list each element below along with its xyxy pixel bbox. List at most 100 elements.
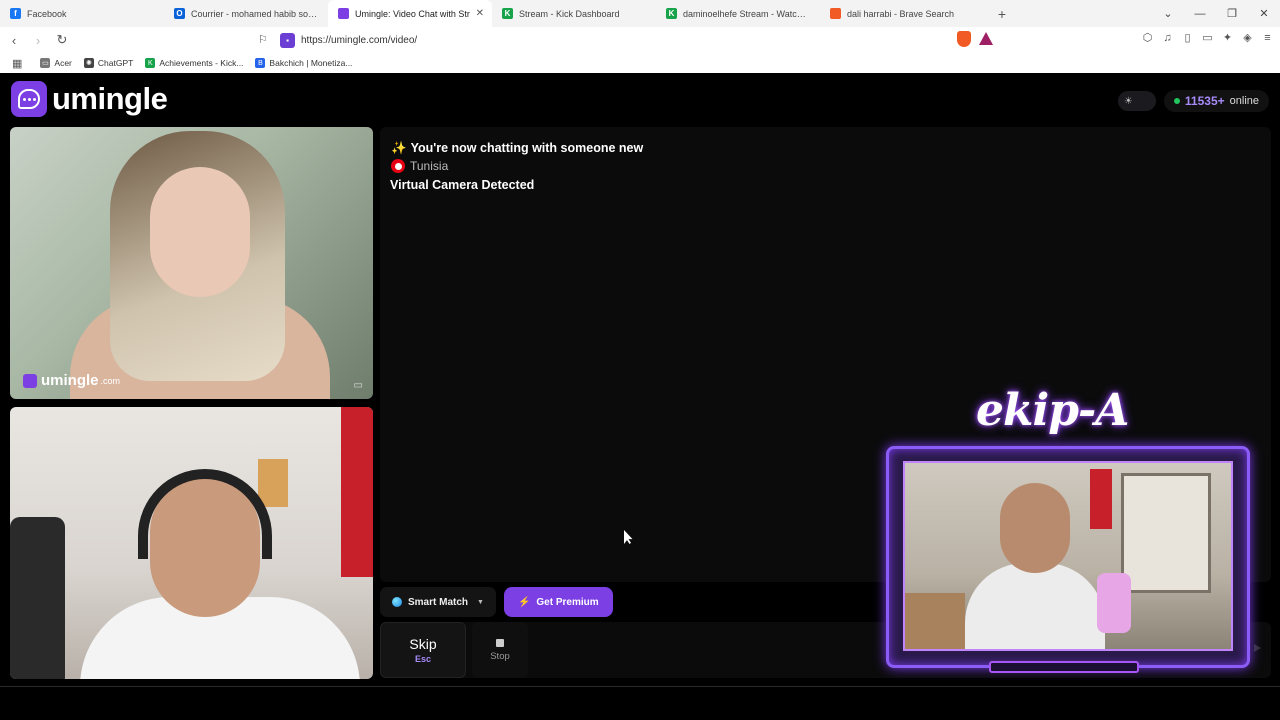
media-icon[interactable]: ♫: [1161, 32, 1174, 45]
tab-title: daminoelhefe Stream - Watch Live o: [683, 8, 810, 19]
browser-tab[interactable]: Kdaminoelhefe Stream - Watch Live o: [656, 0, 820, 27]
extension-icons: ⬡ ♫ ▯ ▭ ✦ ◈ ≡: [1141, 32, 1274, 45]
bookmark-item[interactable]: ▭ Acer: [40, 58, 72, 68]
menu-icon[interactable]: ≡: [1261, 32, 1274, 45]
browser-tab[interactable]: f Facebook: [0, 0, 164, 27]
wall-poster: [258, 459, 288, 507]
bookmark-item[interactable]: ✺ ChatGPT: [83, 58, 134, 68]
country-name: Tunisia: [410, 159, 449, 173]
sidebar-icon[interactable]: ▯: [1181, 32, 1194, 45]
browser-tab-bar: f Facebook O Courrier - mohamed habib souai…: [0, 0, 1280, 27]
facecam-video: [903, 461, 1233, 651]
chat-bubble-icon: [11, 81, 47, 117]
bookmarks-bar: ▦ ▭ Acer ✺ ChatGPT K Achievements - Kick... B B…: [0, 53, 1280, 73]
skip-button[interactable]: Skip Esc: [380, 622, 466, 678]
skip-label: Skip: [409, 636, 437, 652]
tab-title: Courrier - mohamed habib souaied -: [191, 8, 318, 19]
browser-tab[interactable]: Umingle: Video Chat with Str ✕: [328, 0, 492, 27]
online-count: 11535+: [1184, 94, 1225, 108]
bookmark-item[interactable]: B Bakchich | Monetiza...: [255, 58, 352, 68]
premium-label: Get Premium: [536, 596, 599, 608]
tab-favicon-icon: K: [502, 8, 513, 19]
browser-tab[interactable]: dali harrabi - Brave Search: [820, 0, 984, 27]
new-tab-button[interactable]: +: [992, 6, 1012, 22]
brave-rewards-icon[interactable]: [979, 32, 993, 45]
lightning-icon: ⚡: [517, 596, 531, 608]
chatgpt-icon: ✺: [83, 58, 94, 68]
address-bar[interactable]: ▪ https://umingle.com/video/: [280, 30, 1000, 50]
wallet-icon[interactable]: ▭: [1201, 32, 1214, 45]
leo-ai-icon[interactable]: ✦: [1221, 32, 1234, 45]
headset-icon: [138, 469, 272, 559]
globe-icon: [392, 597, 402, 607]
tab-title: Stream - Kick Dashboard: [519, 8, 620, 19]
bakchich-icon: B: [255, 58, 266, 68]
bookmark-item[interactable]: K Achievements - Kick...: [145, 58, 243, 68]
extensions-icon[interactable]: ⬡: [1141, 32, 1154, 45]
restore-icon[interactable]: ❐: [1216, 7, 1248, 20]
vpn-icon[interactable]: ◈: [1241, 32, 1254, 45]
caret-down-icon: ▼: [477, 598, 484, 606]
bookmark-label: Bakchich | Monetiza...: [269, 58, 353, 68]
streamer-shirt: [965, 563, 1105, 649]
get-premium-button[interactable]: ⚡ Get Premium: [503, 587, 613, 617]
browser-tab[interactable]: K Stream - Kick Dashboard: [492, 0, 656, 27]
back-icon[interactable]: ‹: [4, 33, 24, 48]
apps-grid-icon[interactable]: ▦: [12, 57, 22, 70]
bookmark-label: Achievements - Kick...: [159, 58, 244, 68]
room-bed: [905, 593, 965, 649]
browser-tab[interactable]: O Courrier - mohamed habib souaied -: [164, 0, 328, 27]
report-flag-icon[interactable]: ▭: [354, 380, 363, 391]
match-controls: Smart Match ▼ ⚡ Get Premium: [380, 587, 613, 617]
site-favicon-icon: ▪: [280, 32, 295, 48]
sparkle-icon: ✨: [391, 141, 407, 155]
local-video: [10, 407, 373, 679]
remote-person-face: [150, 167, 250, 297]
overlay-bottom-bar: [989, 661, 1139, 673]
smart-match-label: Smart Match: [408, 596, 469, 608]
tab-title: dali harrabi - Brave Search: [847, 8, 955, 19]
send-icon[interactable]: [1254, 644, 1261, 652]
site-logo[interactable]: umingle: [11, 81, 168, 117]
stop-button[interactable]: Stop: [472, 622, 528, 678]
reload-icon[interactable]: ↻: [52, 32, 72, 48]
stop-icon: [496, 638, 504, 647]
smart-match-dropdown[interactable]: Smart Match ▼: [380, 587, 496, 617]
theme-toggle[interactable]: ☀: [1117, 91, 1156, 111]
virtual-camera-notice: Virtual Camera Detected: [390, 178, 535, 192]
stream-overlay-title: ekip-A: [976, 385, 1129, 436]
url-text[interactable]: https://umingle.com/video/: [301, 35, 417, 46]
tab-close-icon[interactable]: ✕: [476, 8, 484, 19]
brave-shields-icon[interactable]: [957, 31, 971, 47]
bookmark-label: Acer: [54, 58, 72, 68]
chat-status-text: You're now chatting with someone new: [410, 141, 644, 155]
kick-icon: K: [145, 58, 156, 68]
watermark-text: umingle: [41, 372, 99, 389]
remote-video: umingle .com ▭: [10, 127, 373, 399]
logo-text: umingle: [52, 81, 168, 116]
bottom-strip: [0, 686, 1280, 720]
sun-icon: ☀: [1123, 95, 1133, 107]
tab-favicon-icon: [830, 8, 841, 19]
tab-list-icon[interactable]: ⌄: [1152, 7, 1184, 20]
browser-toolbar: ‹ › ↻ ▪ https://umingle.com/video/: [0, 27, 1280, 53]
online-counter: 11535+ online: [1163, 90, 1269, 112]
chat-status-message: ✨ You're now chatting with someone new: [391, 141, 643, 156]
header-right: ☀ 11535+ online: [1117, 90, 1269, 112]
bookmark-label: ChatGPT: [97, 58, 134, 68]
video-watermark: umingle .com: [23, 372, 120, 389]
tab-favicon-icon: O: [174, 8, 185, 19]
partner-country: Tunisia: [391, 159, 448, 173]
close-window-icon[interactable]: ✕: [1248, 7, 1280, 20]
tab-title: Facebook: [27, 8, 67, 19]
bookmark-page-icon[interactable]: ⚐: [258, 33, 268, 46]
room-flag: [1090, 469, 1112, 529]
online-label: online: [1229, 95, 1259, 107]
skip-shortcut: Esc: [414, 654, 431, 664]
window-controls: ⌄ — ❐ ✕: [1152, 0, 1280, 27]
minimize-icon[interactable]: —: [1184, 8, 1216, 20]
forward-icon[interactable]: ›: [28, 33, 48, 48]
streamer-head: [1000, 483, 1070, 573]
watermark-logo-icon: [23, 373, 37, 388]
microphone-icon: [1097, 573, 1131, 633]
